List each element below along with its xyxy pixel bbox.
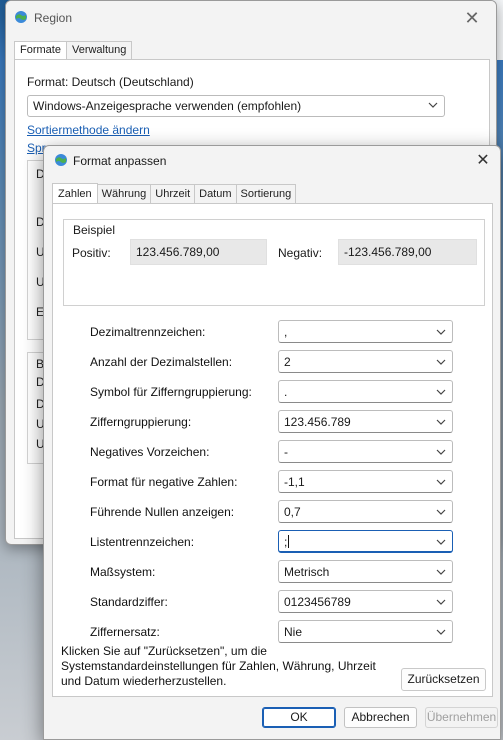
tab-formate[interactable]: Formate bbox=[14, 41, 67, 61]
decimal-places-label: Anzahl der Dezimalstellen: bbox=[90, 355, 233, 369]
chevron-down-icon bbox=[436, 479, 446, 485]
digit-grouping-label: Zifferngruppierung: bbox=[90, 415, 192, 429]
globe-icon bbox=[15, 11, 27, 23]
standard-digits-select[interactable]: 0123456789 bbox=[278, 590, 453, 613]
sample-group: Beispiel Positiv: 123.456.789,00 Negativ… bbox=[63, 219, 485, 306]
digit-grouping-value: 123.456.789 bbox=[284, 415, 351, 429]
negative-sign-select[interactable]: - bbox=[278, 440, 453, 463]
decimal-separator-select[interactable]: , bbox=[278, 320, 453, 343]
sample-legend: Beispiel bbox=[71, 223, 118, 237]
positive-label: Positiv: bbox=[72, 246, 111, 260]
close-icon[interactable]: ✕ bbox=[460, 7, 484, 29]
chevron-down-icon bbox=[436, 569, 446, 575]
digit-grouping-symbol-value: . bbox=[284, 385, 288, 399]
leading-zeros-select[interactable]: 0,7 bbox=[278, 500, 453, 523]
standard-digits-value: 0123456789 bbox=[284, 595, 351, 609]
text-cursor bbox=[288, 535, 290, 548]
dialog-titlebar[interactable]: Format anpassen ✕ bbox=[44, 146, 500, 176]
dialog-title: Format anpassen bbox=[73, 154, 167, 168]
format-customize-dialog: Format anpassen ✕ Zahlen Währung Uhrzeit… bbox=[43, 145, 501, 740]
ok-button[interactable]: OK bbox=[262, 707, 336, 728]
list-separator-value: ; bbox=[284, 535, 288, 549]
digit-grouping-symbol-select[interactable]: . bbox=[278, 380, 453, 403]
tab-waehrung[interactable]: Währung bbox=[96, 184, 152, 204]
leading-zeros-label: Führende Nullen anzeigen: bbox=[90, 505, 235, 519]
reset-button[interactable]: Zurücksetzen bbox=[401, 668, 486, 691]
apply-button[interactable]: Übernehmen bbox=[425, 707, 498, 728]
digit-substitution-select[interactable]: Nie bbox=[278, 620, 453, 643]
numbers-tab-panel: Beispiel Positiv: 123.456.789,00 Negativ… bbox=[52, 203, 493, 697]
globe-icon bbox=[55, 154, 67, 166]
chevron-down-icon bbox=[436, 389, 446, 395]
digit-grouping-select[interactable]: 123.456.789 bbox=[278, 410, 453, 433]
close-icon[interactable]: ✕ bbox=[472, 150, 494, 172]
display-language-select[interactable]: Windows-Anzeigesprache verwenden (empfoh… bbox=[27, 95, 445, 117]
chevron-down-icon bbox=[428, 102, 438, 108]
negative-number-format-select[interactable]: -1,1 bbox=[278, 470, 453, 493]
list-separator-select[interactable]: ; bbox=[278, 530, 453, 553]
display-language-value: Windows-Anzeigesprache verwenden (empfoh… bbox=[33, 99, 302, 113]
chevron-down-icon bbox=[436, 359, 446, 365]
decimal-places-select[interactable]: 2 bbox=[278, 350, 453, 373]
list-separator-label: Listentrennzeichen: bbox=[90, 535, 195, 549]
dialog-tabs: Zahlen Währung Uhrzeit Datum Sortierung bbox=[52, 183, 297, 204]
chevron-down-icon bbox=[436, 449, 446, 455]
decimal-separator-label: Dezimaltrennzeichen: bbox=[90, 325, 206, 339]
tab-uhrzeit[interactable]: Uhrzeit bbox=[150, 184, 196, 204]
negative-label: Negativ: bbox=[278, 246, 323, 260]
chevron-down-icon bbox=[436, 539, 446, 545]
decimal-places-value: 2 bbox=[284, 355, 291, 369]
chevron-down-icon bbox=[436, 329, 446, 335]
negative-number-format-label: Format für negative Zahlen: bbox=[90, 475, 238, 489]
chevron-down-icon bbox=[436, 629, 446, 635]
region-titlebar[interactable]: Region ✕ bbox=[6, 1, 496, 35]
digit-substitution-label: Ziffernersatz: bbox=[90, 625, 160, 639]
standard-digits-label: Standardziffer: bbox=[90, 595, 168, 609]
measurement-system-label: Maßsystem: bbox=[90, 565, 156, 579]
reset-help-text: Klicken Sie auf "Zurücksetzen", um die S… bbox=[61, 644, 376, 688]
negative-sign-value: - bbox=[284, 445, 288, 459]
positive-sample-value: 123.456.789,00 bbox=[130, 239, 267, 265]
negative-number-format-value: -1,1 bbox=[284, 475, 305, 489]
chevron-down-icon bbox=[436, 419, 446, 425]
measurement-system-value: Metrisch bbox=[284, 565, 330, 579]
chevron-down-icon bbox=[436, 509, 446, 515]
format-label: Format: Deutsch (Deutschland) bbox=[27, 75, 194, 89]
digit-grouping-symbol-label: Symbol für Zifferngruppierung: bbox=[90, 385, 252, 399]
tab-zahlen[interactable]: Zahlen bbox=[52, 183, 98, 204]
decimal-separator-value: , bbox=[284, 325, 288, 339]
cancel-button[interactable]: Abbrechen bbox=[344, 707, 417, 728]
negative-sign-label: Negatives Vorzeichen: bbox=[90, 445, 210, 459]
region-tabs: Formate Verwaltung bbox=[14, 41, 133, 61]
measurement-system-select[interactable]: Metrisch bbox=[278, 560, 453, 583]
chevron-down-icon bbox=[436, 599, 446, 605]
sort-method-link[interactable]: Sortiermethode ändern bbox=[27, 123, 150, 137]
tab-datum[interactable]: Datum bbox=[194, 184, 237, 204]
leading-zeros-value: 0,7 bbox=[284, 505, 301, 519]
digit-substitution-value: Nie bbox=[284, 625, 303, 639]
negative-sample-value: -123.456.789,00 bbox=[338, 239, 477, 265]
tab-verwaltung[interactable]: Verwaltung bbox=[65, 41, 133, 60]
region-title: Region bbox=[34, 11, 73, 25]
tab-sortierung[interactable]: Sortierung bbox=[235, 184, 297, 204]
